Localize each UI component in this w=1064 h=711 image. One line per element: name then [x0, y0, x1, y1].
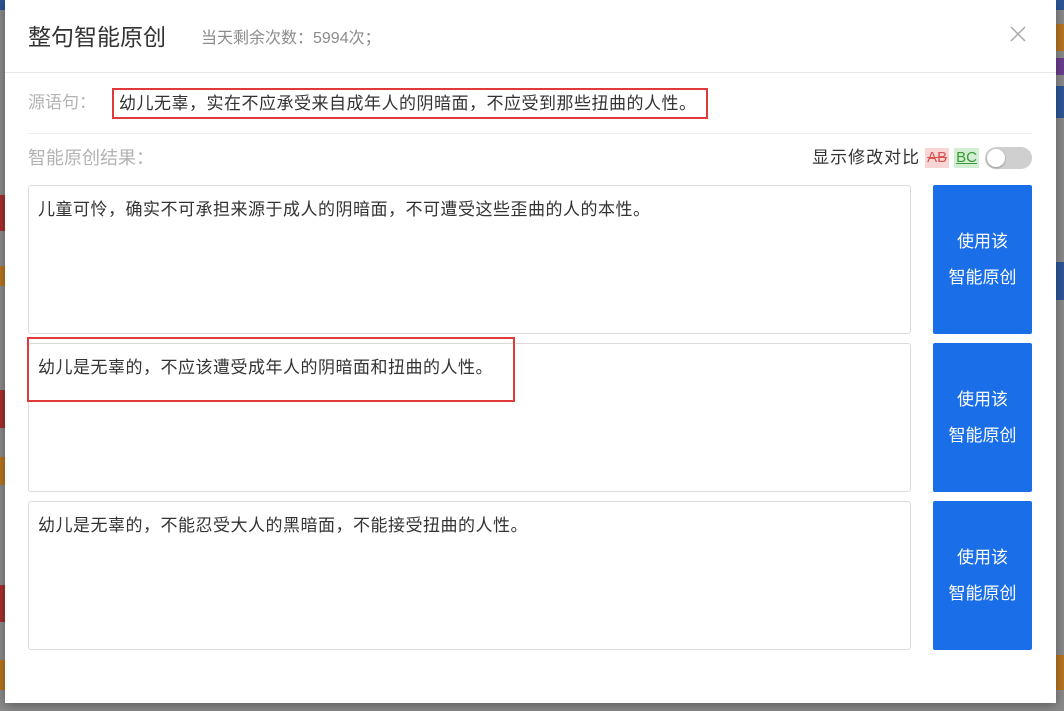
background-page-fragment — [1056, 24, 1064, 51]
use-button-label-line2: 智能原创 — [948, 425, 1017, 445]
source-label: 源语句： — [28, 93, 96, 112]
background-page-fragment — [1056, 655, 1064, 690]
use-result-button[interactable]: 使用该 智能原创 — [933, 185, 1032, 334]
modal-overlay: { "dialog": { "title": "整句智能原创", "quota"… — [0, 0, 1064, 711]
compare-control: 显示修改对比 AB BC — [812, 147, 1032, 169]
background-page-fragment — [1056, 86, 1064, 118]
use-button-label-line1: 使用该 — [957, 547, 1008, 567]
dialog-title: 整句智能原创 — [28, 24, 166, 50]
compare-toggle[interactable] — [985, 147, 1032, 169]
toggle-knob — [987, 149, 1005, 167]
header-divider — [5, 72, 1056, 73]
diff-removed-sample: AB — [925, 148, 950, 168]
result-textarea[interactable]: 幼儿是无辜的，不应该遭受成年人的阴暗面和扭曲的人性。 — [28, 343, 911, 492]
background-page-fragment — [1056, 262, 1064, 300]
result-textarea[interactable]: 幼儿是无辜的，不能忍受大人的黑暗面，不能接受扭曲的人性。 — [28, 501, 911, 650]
background-page-fragment — [1056, 58, 1064, 75]
use-button-label-line2: 智能原创 — [948, 267, 1017, 287]
close-button[interactable] — [1008, 24, 1028, 44]
use-button-label-line2: 智能原创 — [948, 583, 1017, 603]
result-textarea[interactable]: 儿童可怜，确实不可承担来源于成人的阴暗面，不可遭受这些歪曲的人的本性。 — [28, 185, 911, 334]
source-sentence: 幼儿无辜，实在不应承受来自成年人的阴暗面，不应受到那些扭曲的人性。 — [112, 88, 708, 119]
use-result-button[interactable]: 使用该 智能原创 — [933, 501, 1032, 650]
diff-added-sample: BC — [954, 148, 979, 168]
rewrite-dialog: 整句智能原创 当天剩余次数：5994次； 源语句： 幼儿无辜，实在不应承受来自成… — [5, 0, 1056, 703]
compare-label: 显示修改对比 — [812, 148, 921, 167]
close-icon — [1010, 26, 1026, 42]
use-result-button[interactable]: 使用该 智能原创 — [933, 343, 1032, 492]
remaining-quota: 当天剩余次数：5994次； — [201, 30, 381, 47]
results-label: 智能原创结果： — [28, 148, 154, 168]
use-button-label-line1: 使用该 — [957, 231, 1008, 251]
section-divider — [28, 133, 1032, 134]
background-page-fragment — [1056, 0, 1064, 10]
use-button-label-line1: 使用该 — [957, 389, 1008, 409]
